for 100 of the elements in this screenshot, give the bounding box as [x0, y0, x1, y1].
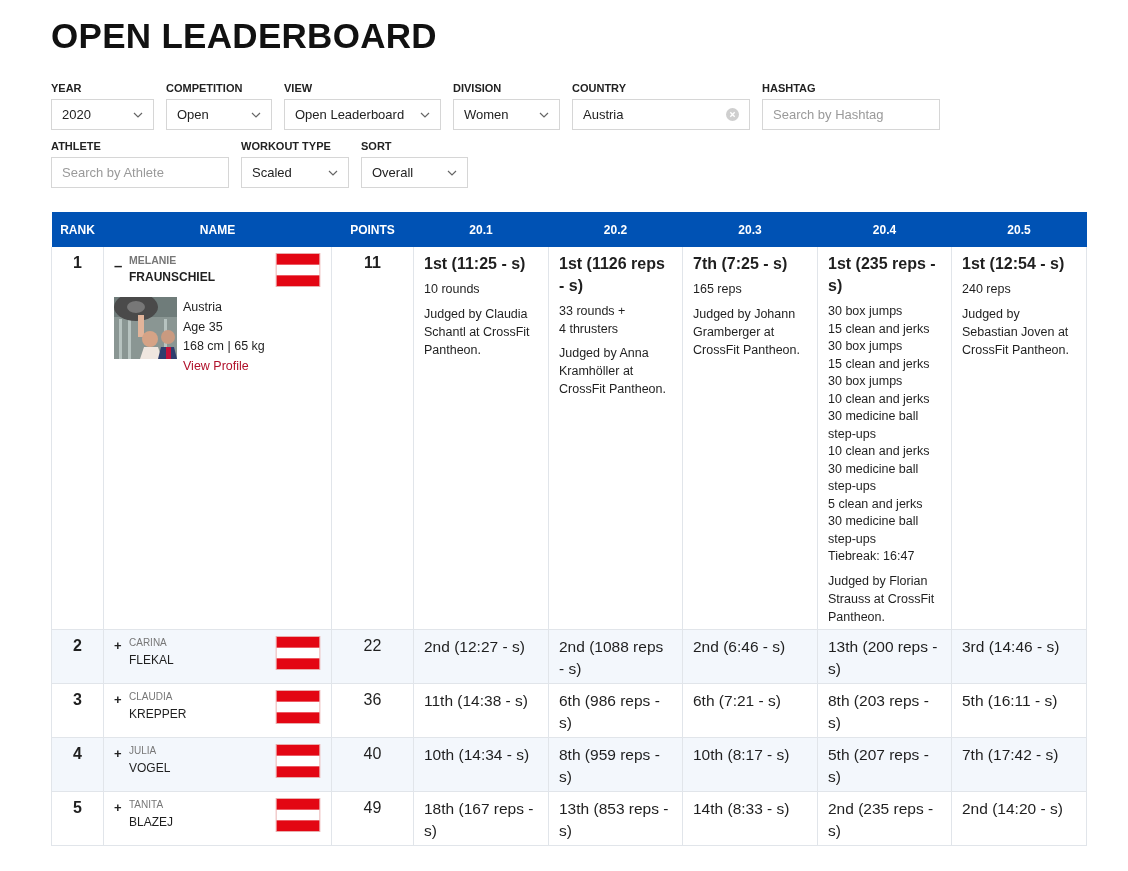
- column-header[interactable]: 20.4: [817, 212, 952, 247]
- score-detail: 30 medicine ball step-ups: [828, 513, 920, 548]
- filter-label: COMPETITION: [166, 82, 244, 94]
- dropdown[interactable]: Open Leaderboard: [284, 99, 441, 130]
- workout-result: 2nd (235 reps - s): [828, 798, 935, 841]
- chevron-down-icon: [328, 169, 338, 176]
- workout-result: 10th (8:17 - s): [693, 744, 791, 765]
- judge-note: Judged by Johann Gramberger at CrossFit Pantheon.: [693, 305, 801, 359]
- dropdown[interactable]: Overall: [361, 157, 468, 188]
- chevron-down-icon: [420, 111, 430, 118]
- workout-result: 2nd (14:20 - s): [962, 798, 1064, 819]
- dropdown[interactable]: 2020: [51, 99, 154, 130]
- chevron-down-icon: [251, 111, 261, 118]
- expand-toggle[interactable]: +: [114, 691, 128, 707]
- flag-icon: [275, 797, 321, 832]
- expand-toggle[interactable]: +: [114, 745, 128, 761]
- workout-result: 3rd (14:46 - s): [962, 636, 1061, 657]
- chevron-down-icon: [133, 111, 143, 118]
- workout-result: 6th (7:21 - s): [693, 690, 782, 711]
- score-detail: 33 rounds +: [559, 303, 627, 320]
- dropdown[interactable]: Women: [453, 99, 560, 130]
- expand-toggle[interactable]: +: [114, 799, 128, 815]
- column-header[interactable]: NAME: [103, 212, 332, 247]
- points: 22: [363, 635, 382, 655]
- athlete-last-name: FRAUNSCHIEL: [129, 269, 216, 286]
- workout-result: 6th (986 reps - s): [559, 690, 661, 733]
- page-title: OPEN LEADERBOARD: [51, 16, 438, 56]
- workout-result: 1st (235 reps - s): [828, 254, 937, 296]
- score-detail: 30 medicine ball step-ups: [828, 460, 920, 495]
- workout-result: 13th (853 reps - s): [559, 798, 670, 841]
- workout-result: 5th (16:11 - s): [962, 690, 1059, 711]
- search-field[interactable]: Search by Hashtag: [762, 99, 940, 130]
- judge-note: Judged by Anna Kramhöller at CrossFit Pantheon.: [559, 345, 667, 398]
- workout-result: 11th (14:38 - s): [424, 690, 529, 711]
- score-detail: 30 box jumps: [828, 303, 904, 320]
- score-detail: 10 clean and jerks: [828, 443, 931, 460]
- column-header[interactable]: POINTS: [331, 212, 414, 247]
- flag-icon: [275, 689, 321, 724]
- workout-result: 2nd (12:27 - s): [424, 636, 526, 657]
- expand-toggle[interactable]: –: [114, 257, 128, 274]
- dropdown[interactable]: Scaled: [241, 157, 349, 188]
- column-header[interactable]: 20.2: [548, 212, 683, 247]
- clear-icon[interactable]: [726, 108, 739, 121]
- score-detail: 4 thrusters: [559, 320, 620, 338]
- athlete-first-name: JULIA: [129, 743, 158, 758]
- workout-result: 8th (203 reps - s): [828, 690, 930, 733]
- athlete-country: Austria: [183, 299, 223, 316]
- rank: 3: [73, 689, 82, 709]
- filter-label: YEAR: [51, 82, 83, 94]
- workout-result: 7th (7:25 - s): [693, 254, 789, 274]
- workout-result: 5th (207 reps - s): [828, 744, 930, 787]
- chevron-down-icon: [447, 169, 457, 176]
- points: 40: [363, 743, 382, 763]
- filter-label: VIEW: [284, 82, 314, 94]
- workout-result: 7th (17:42 - s): [962, 744, 1060, 765]
- workout-result: 8th (959 reps - s): [559, 744, 661, 787]
- rank: 4: [73, 743, 82, 763]
- judge-note: Judged by Sebastian Joven at CrossFit Pantheon.: [962, 305, 1070, 359]
- points: 49: [363, 797, 382, 817]
- workout-result: 10th (14:34 - s): [424, 744, 531, 765]
- workout-result: 13th (200 reps - s): [828, 636, 939, 679]
- athlete-first-name: MELANIE: [129, 253, 178, 267]
- rank: 5: [73, 797, 82, 817]
- points: 11: [364, 253, 381, 272]
- filter-label: WORKOUT TYPE: [241, 140, 332, 152]
- score-detail: Tiebreak: 16:47: [828, 548, 916, 565]
- score-detail: 10 rounds: [424, 281, 481, 298]
- column-header[interactable]: 20.3: [682, 212, 818, 247]
- rank: 2: [73, 635, 82, 655]
- score-detail: 30 medicine ball step-ups: [828, 408, 920, 443]
- column-header[interactable]: RANK: [51, 212, 104, 247]
- athlete-last-name: BLAZEJ: [129, 813, 174, 831]
- country-field[interactable]: Austria: [572, 99, 750, 130]
- athlete-first-name: CARINA: [129, 635, 168, 650]
- workout-result: 1st (1126 reps - s): [559, 254, 666, 296]
- view-profile-link[interactable]: View Profile: [183, 358, 249, 373]
- workout-result: 14th (8:33 - s): [693, 798, 791, 819]
- expand-toggle[interactable]: +: [114, 637, 128, 653]
- athlete-first-name: TANITA: [129, 797, 165, 812]
- workout-result: 2nd (1088 reps - s): [559, 636, 665, 679]
- score-detail: 240 reps: [962, 281, 1012, 298]
- search-field[interactable]: Search by Athlete: [51, 157, 229, 188]
- score-detail: 165 reps: [693, 281, 743, 298]
- column-header[interactable]: 20.1: [413, 212, 549, 247]
- workout-result: 1st (11:25 - s): [424, 254, 527, 274]
- column-header[interactable]: 20.5: [951, 212, 1087, 247]
- athlete-last-name: FLEKAL: [129, 651, 175, 669]
- judge-note: Judged by Florian Strauss at CrossFit Pantheon.: [828, 572, 936, 626]
- score-detail: 30 box jumps: [828, 338, 904, 355]
- workout-result: 1st (12:54 - s): [962, 254, 1066, 274]
- workout-result: 18th (167 reps - s): [424, 798, 535, 841]
- workout-result: 2nd (6:46 - s): [693, 636, 787, 657]
- flag-icon: [275, 635, 321, 670]
- filter-label: SORT: [361, 140, 393, 152]
- filter-label: COUNTRY: [572, 82, 627, 94]
- athlete-age: Age 35: [183, 318, 224, 336]
- dropdown[interactable]: Open: [166, 99, 272, 130]
- rank: 1: [73, 253, 82, 272]
- score-detail: 5 clean and jerks: [828, 495, 924, 513]
- chevron-down-icon: [539, 111, 549, 118]
